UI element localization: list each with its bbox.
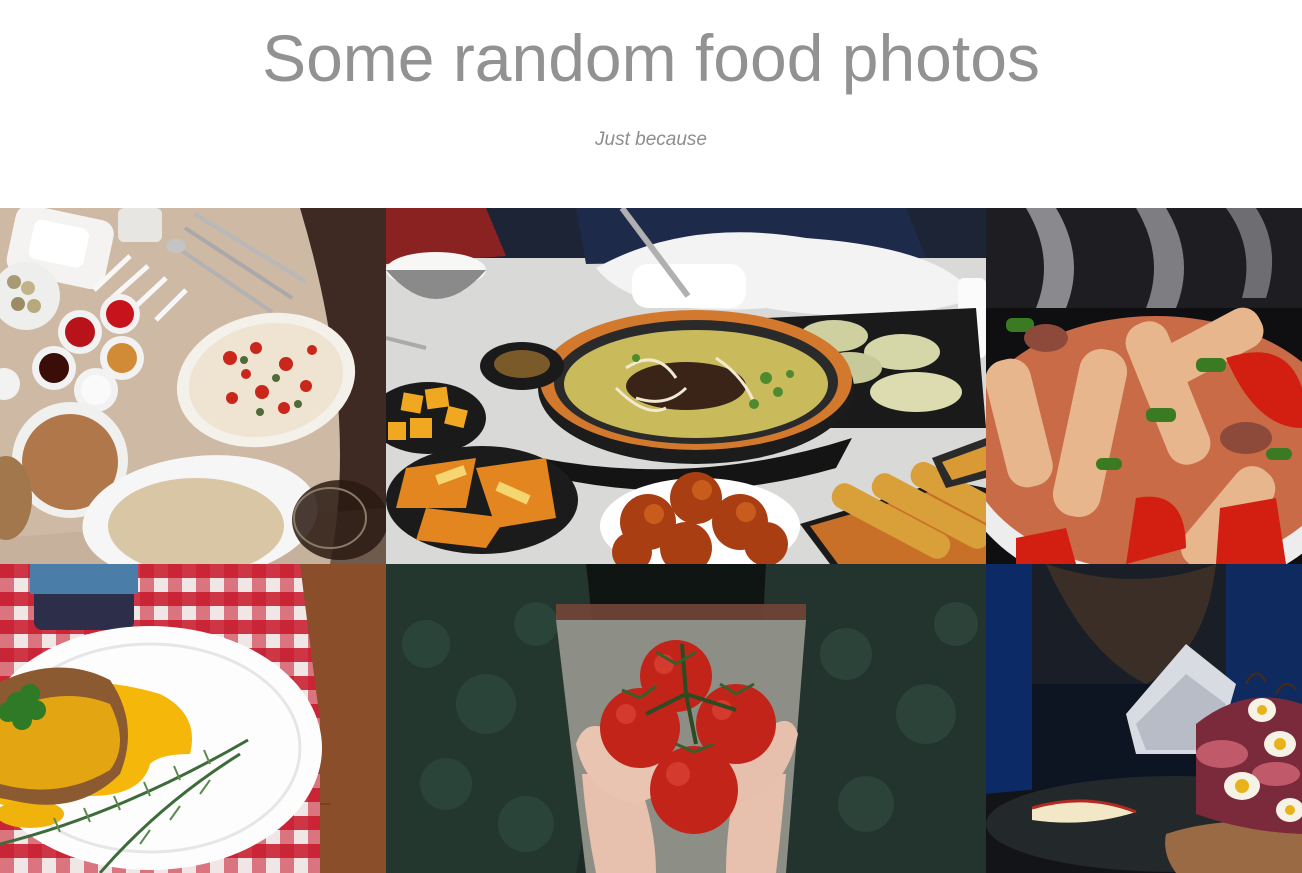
page-header: Some random food photos Just because xyxy=(0,0,1302,208)
food-photo-pasta xyxy=(986,208,1302,564)
food-photo-table-spread xyxy=(0,208,386,564)
page-subtitle: Just because xyxy=(595,129,707,150)
food-photo-sauced-meat xyxy=(0,564,386,873)
food-photo-ramen xyxy=(386,208,986,564)
page-title: Some random food photos xyxy=(262,21,1040,95)
food-photo-sandwich xyxy=(986,564,1302,873)
photo-gallery xyxy=(0,208,1302,873)
food-photo-tomatoes xyxy=(386,564,986,873)
